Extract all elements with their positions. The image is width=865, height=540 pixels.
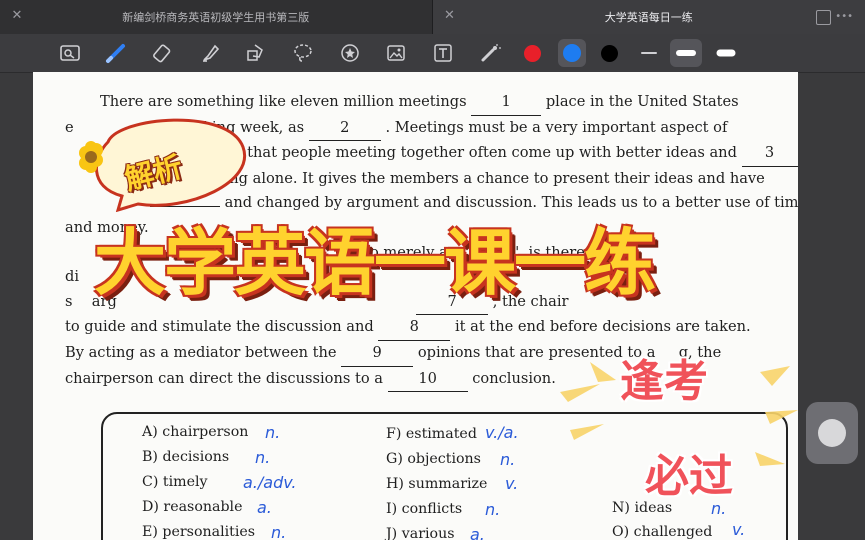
handwritten-note: n.	[271, 523, 287, 540]
word-option-e: E) personalities	[142, 524, 256, 540]
word-option-i: I) conflicts	[386, 501, 463, 517]
eraser-icon[interactable]	[150, 40, 176, 66]
blank-10: 10	[387, 367, 468, 393]
word-option-d: D) reasonable	[142, 499, 243, 515]
slogan-text-2: 必过	[645, 451, 733, 502]
tab-bar: ✕ 新编剑桥商务英语初级学生用书第三版 ✕ 大学英语每日一练 •••	[0, 0, 865, 34]
passage-line: e	[65, 118, 74, 136]
handwritten-note: v./a.	[485, 423, 519, 442]
slogan-text-1: 逢考	[620, 356, 708, 407]
handwritten-note: n.	[500, 450, 516, 469]
page-grid-icon[interactable]	[816, 10, 831, 25]
lasso-icon[interactable]	[290, 40, 316, 66]
word-option-h: H) summarize	[386, 476, 488, 492]
tab-title: 大学英语每日一练	[604, 11, 693, 24]
close-tab-icon[interactable]: ✕	[10, 9, 24, 23]
assistive-touch-icon	[818, 419, 846, 447]
word-option-o: O) challenged	[612, 524, 713, 540]
passage-line: and changed by argument and discussion. …	[224, 194, 798, 212]
handwritten-note: n.	[255, 448, 271, 467]
passage-line: to guide and stimulate the discussion an…	[65, 318, 374, 336]
color-red-swatch[interactable]	[524, 45, 541, 62]
handwritten-note: a.	[470, 525, 485, 540]
color-black-swatch[interactable]	[601, 45, 618, 62]
passage-line: it at the end before decisions are taken…	[454, 318, 751, 336]
passage-line: . Meetings must be a very important aspe…	[385, 118, 728, 136]
passage-line: chairperson can direct the discussions t…	[65, 369, 383, 387]
thin-stroke-option[interactable]	[636, 40, 662, 66]
handwritten-note: a.	[257, 498, 272, 517]
word-option-f: F) estimated	[386, 426, 477, 442]
handwritten-note: n.	[265, 423, 281, 442]
tab-document-1[interactable]: ✕ 新编剑桥商务英语初级学生用书第三版	[0, 0, 433, 34]
scan-icon[interactable]	[57, 40, 83, 66]
close-tab-icon[interactable]: ✕	[443, 9, 457, 23]
thick-stroke-option[interactable]	[713, 40, 739, 66]
color-blue-swatch[interactable]	[563, 44, 581, 62]
blank-8: 8	[378, 315, 451, 341]
word-option-a: A) chairperson	[142, 424, 249, 440]
blank-3: 3	[741, 141, 798, 167]
blank-1: 1	[471, 90, 542, 116]
highlighter-icon[interactable]	[197, 40, 223, 66]
course-title-overlay: 大学英语一课一练	[94, 221, 656, 305]
passage-line: conclusion.	[472, 369, 556, 387]
word-option-j: J) various	[386, 526, 455, 540]
handwritten-note: v.	[505, 474, 519, 493]
passage-line: orking alone. It gives the members a cha…	[200, 169, 765, 187]
blank-2: 2	[308, 116, 381, 142]
passage-line: place in the United States	[545, 93, 739, 110]
blank-9: 9	[341, 341, 414, 367]
tab-title: 新编剑桥商务英语初级学生用书第三版	[122, 11, 310, 24]
handwritten-note: v.	[732, 520, 746, 539]
tab-document-2[interactable]: ✕ 大学英语每日一练 •••	[432, 0, 865, 34]
passage-line: By acting as a mediator between the	[65, 343, 337, 361]
pen-icon[interactable]	[103, 40, 129, 66]
medium-stroke-option[interactable]	[670, 39, 702, 67]
passage-line: s	[65, 292, 73, 310]
word-option-b: B) decisions	[142, 449, 230, 465]
annotation-toolbar	[0, 34, 865, 73]
handwritten-note: a./adv.	[243, 473, 297, 492]
image-icon[interactable]	[383, 40, 409, 66]
word-option-c: C) timely	[142, 474, 208, 490]
more-icon[interactable]: •••	[835, 11, 853, 22]
passage-line: son is that people meeting together ofte…	[200, 144, 737, 162]
assistive-touch-button[interactable]	[806, 402, 858, 464]
passage-line: di	[65, 268, 80, 286]
sticker-icon[interactable]	[337, 40, 363, 66]
word-option-g: G) objections	[386, 451, 481, 467]
laser-icon[interactable]	[477, 40, 503, 66]
handwritten-note: n.	[485, 500, 501, 519]
textbox-icon[interactable]	[430, 40, 456, 66]
passage-line: There are something like eleven million …	[100, 93, 467, 110]
shapes-icon[interactable]	[243, 40, 269, 66]
